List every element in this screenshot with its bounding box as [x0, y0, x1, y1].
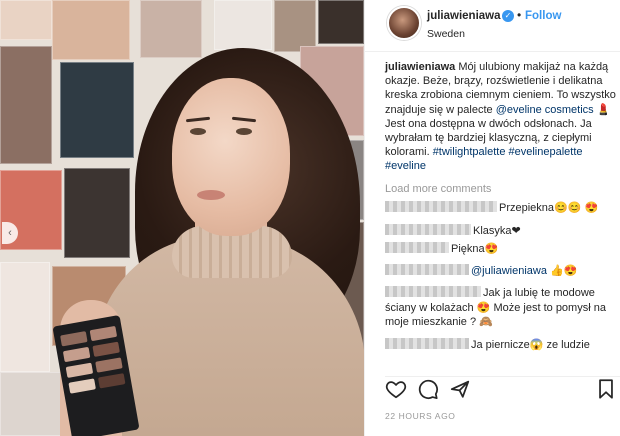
comment-item: Klasyka❤: [385, 223, 617, 238]
caption-username[interactable]: juliawieniawa: [385, 61, 455, 73]
post-side-panel: juliawieniawa ✓ • Follow Sweden juliawie…: [364, 0, 620, 436]
comment-text: Ja piernicze😱 ze ludzie: [471, 339, 590, 352]
eye-left: [190, 128, 206, 135]
load-more-comments-button[interactable]: Load more comments: [385, 183, 617, 195]
comment-item: Przepiekna😊😊 😍: [385, 200, 617, 215]
share-icon[interactable]: [449, 378, 471, 400]
username-link[interactable]: juliawieniawa: [427, 10, 501, 22]
separator-dot: •: [517, 8, 522, 22]
redacted-username: [385, 200, 497, 212]
comment-text: @juliawieniawa 👍😍: [471, 265, 578, 278]
post-header: juliawieniawa ✓ • Follow Sweden: [365, 0, 620, 52]
comment-item: Jak ja lubię te modowe ściany w kolażach…: [385, 286, 617, 329]
subject-lips: [197, 190, 225, 200]
eye-right: [236, 128, 252, 135]
post-caption: juliawieniawa Mój ulubiony makijaż na ka…: [385, 60, 617, 174]
redacted-username: [385, 286, 481, 298]
comment-item: Ja piernicze😱 ze ludzie: [385, 338, 617, 352]
caption-mention-link[interactable]: @eveline cosmetics: [496, 104, 594, 116]
verified-badge-icon: ✓: [502, 10, 514, 22]
post-image[interactable]: ‹: [0, 0, 364, 436]
comment-item: Piękna😍: [385, 242, 617, 256]
post-timestamp: 22 HOURS AGO: [385, 411, 456, 421]
follow-button[interactable]: Follow: [525, 10, 561, 22]
comment-item: @juliawieniawa 👍😍: [385, 264, 617, 278]
comment-text: Piękna😍: [451, 243, 499, 256]
bookmark-icon[interactable]: [595, 378, 617, 400]
comment-icon[interactable]: [417, 378, 439, 400]
comment-text: Przepiekna😊😊 😍: [499, 201, 599, 214]
redacted-username: [385, 223, 471, 235]
avatar[interactable]: [387, 6, 421, 40]
location-link[interactable]: Sweden: [427, 28, 465, 40]
chevron-left-icon: ‹: [8, 227, 12, 239]
heart-icon[interactable]: [385, 378, 407, 400]
comments-list: juliawieniawa Mój ulubiony makijaż na ka…: [385, 60, 617, 352]
redacted-username: [385, 264, 469, 276]
subject-face: [172, 78, 290, 236]
redacted-username: [385, 242, 449, 254]
comment-text: Klasyka❤: [473, 224, 521, 237]
redacted-username: [385, 338, 469, 350]
